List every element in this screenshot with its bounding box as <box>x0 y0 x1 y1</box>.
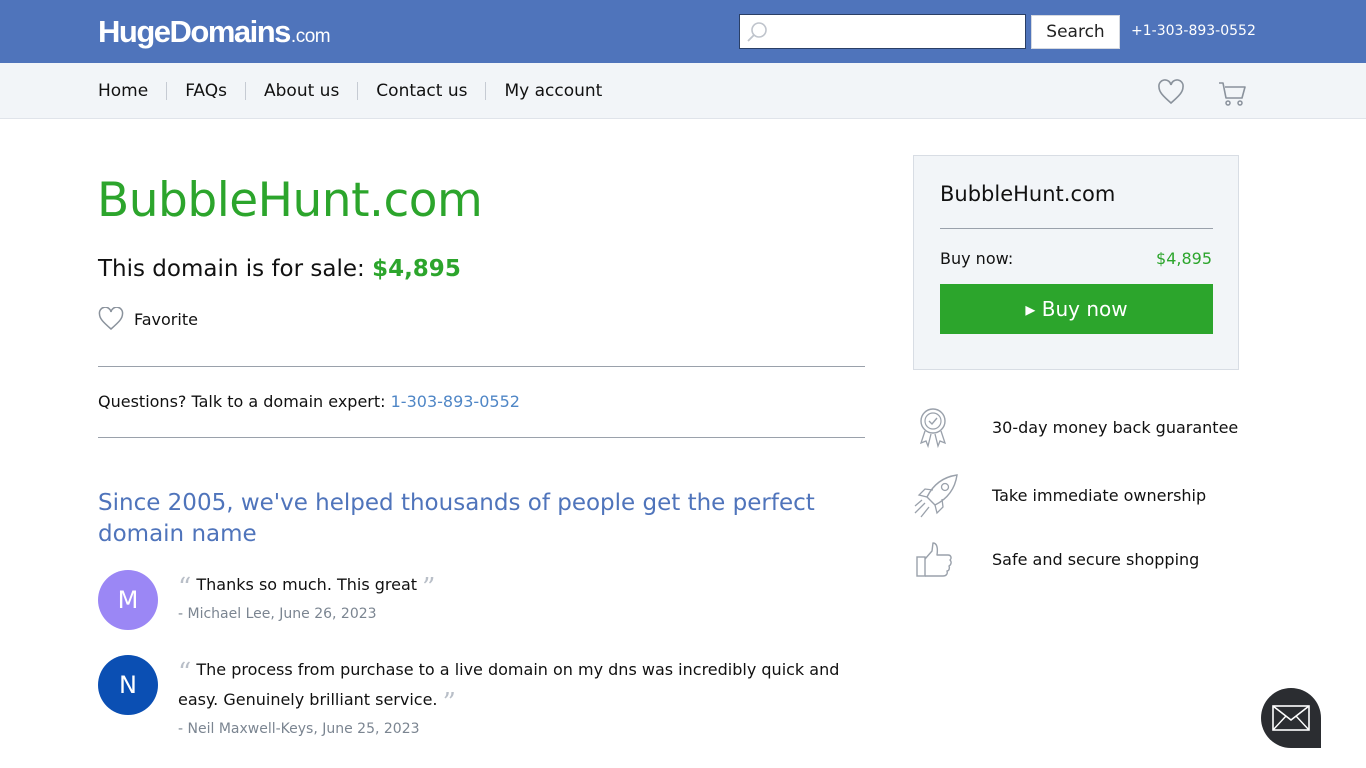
review-author: - Neil Maxwell-Keys, June 25, 2023 <box>178 721 420 737</box>
search-icon <box>740 15 774 48</box>
feature-money-back: 30-day money back guarantee <box>913 405 1253 455</box>
buy-now-label: Buy now: <box>940 249 1014 268</box>
main-nav: Home FAQs About us Contact us My account <box>98 63 620 119</box>
review-body: “ The process from purchase to a live do… <box>178 655 868 739</box>
feature-secure: Safe and secure shopping <box>913 540 1253 590</box>
heart-icon <box>98 307 124 330</box>
domain-title: BubbleHunt.com <box>97 173 483 228</box>
review-body: “ Thanks so much. This great ” - Michael… <box>178 570 868 624</box>
feature-text: Safe and secure shopping <box>992 550 1200 569</box>
close-quote-icon: ” <box>442 688 456 718</box>
questions-line: Questions? Talk to a domain expert: 1-30… <box>98 390 520 414</box>
avatar: M <box>98 570 158 630</box>
buy-panel: BubbleHunt.com Buy now: $4,895 ▸ Buy now <box>913 155 1239 370</box>
logo-tld-text: .com <box>290 26 331 47</box>
envelope-icon <box>1272 705 1310 731</box>
favorite-toggle[interactable]: Favorite <box>98 307 198 331</box>
search-box <box>739 14 1026 49</box>
shopping-cart-icon[interactable] <box>1217 79 1247 107</box>
review-quote: Thanks so much. This great <box>196 575 418 594</box>
nav-contact-us[interactable]: Contact us <box>357 82 485 100</box>
review-text: “ Thanks so much. This great ” <box>178 570 868 603</box>
divider <box>940 228 1213 229</box>
search-button[interactable]: Search <box>1031 15 1120 49</box>
header-phone-link[interactable]: +1-303-893-0552 <box>1131 21 1256 41</box>
since-heading: Since 2005, we've helped thousands of pe… <box>98 490 815 547</box>
nav-about-us[interactable]: About us <box>245 82 357 100</box>
expert-phone-link[interactable]: 1-303-893-0552 <box>391 392 520 411</box>
sale-text: This domain is for sale: <box>98 256 365 282</box>
rocket-icon <box>913 473 959 519</box>
review-quote: The process from purchase to a live doma… <box>178 660 840 709</box>
feature-text: 30-day money back guarantee <box>992 418 1239 437</box>
hugedomains-logo[interactable]: HugeDomains .com <box>98 14 331 50</box>
review-text: “ The process from purchase to a live do… <box>178 655 868 718</box>
feature-text: Take immediate ownership <box>992 486 1207 505</box>
open-quote-icon: “ <box>178 658 192 688</box>
questions-text: Questions? Talk to a domain expert: <box>98 392 386 411</box>
sale-price: $4,895 <box>372 256 461 282</box>
buy-now-price: $4,895 <box>1156 249 1212 268</box>
favorites-heart-icon[interactable] <box>1157 79 1185 105</box>
contact-chat-button[interactable] <box>1261 688 1321 748</box>
award-ribbon-icon <box>913 405 959 451</box>
nav-my-account[interactable]: My account <box>485 82 620 100</box>
close-quote-icon: ” <box>422 573 436 603</box>
top-header: HugeDomains .com Search +1-303-893-0552 <box>0 0 1366 63</box>
divider <box>98 437 865 438</box>
avatar: N <box>98 655 158 715</box>
open-quote-icon: “ <box>178 573 192 603</box>
logo-main-text: HugeDomains <box>98 14 291 49</box>
panel-domain-name: BubbleHunt.com <box>940 182 1116 206</box>
search-input[interactable] <box>774 16 1022 47</box>
nav-home[interactable]: Home <box>98 82 166 100</box>
divider <box>98 366 865 367</box>
main-nav-bar: Home FAQs About us Contact us My account <box>0 63 1366 119</box>
nav-faqs[interactable]: FAQs <box>166 82 245 100</box>
thumbs-up-icon <box>913 540 959 586</box>
review-author: - Michael Lee, June 26, 2023 <box>178 606 377 622</box>
feature-ownership: Take immediate ownership <box>913 473 1253 523</box>
buy-now-button[interactable]: ▸ Buy now <box>940 284 1213 334</box>
sale-line: This domain is for sale: $4,895 <box>98 254 461 284</box>
favorite-label: Favorite <box>134 309 198 329</box>
